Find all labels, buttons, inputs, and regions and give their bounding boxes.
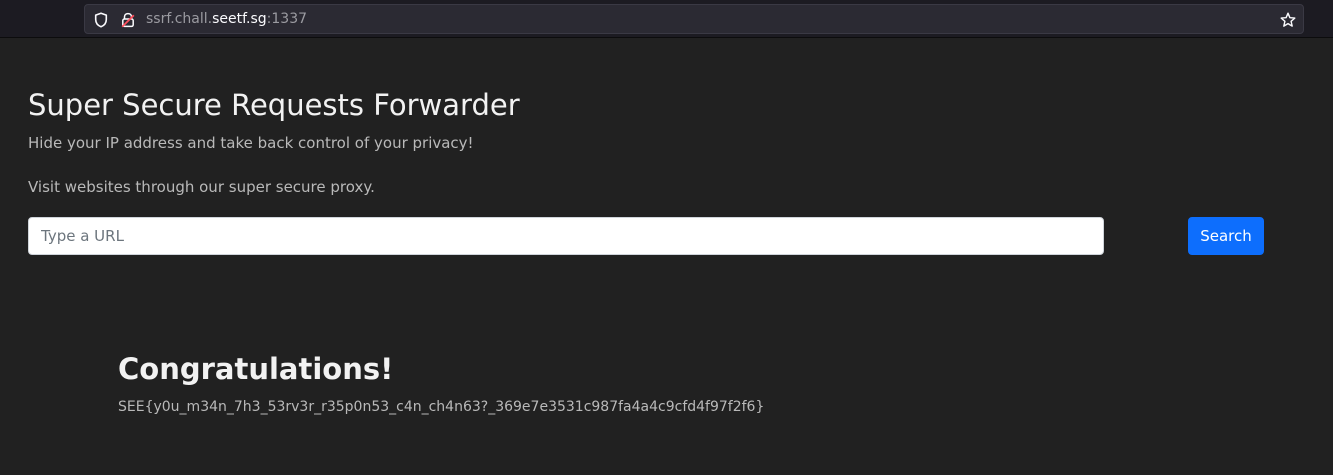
url-prefix: ssrf.chall. — [146, 11, 213, 27]
search-button[interactable]: Search — [1188, 217, 1264, 255]
lock-icon[interactable] — [119, 11, 137, 29]
page-description: Visit websites through our super secure … — [28, 178, 375, 196]
url-domain: seetf.sg — [212, 11, 267, 27]
page-title: Super Secure Requests Forwarder — [28, 88, 520, 122]
url-input[interactable] — [28, 217, 1104, 255]
flag-text: SEE{y0u_m34n_7h3_53rv3r_r35p0n53_c4n_ch4… — [118, 399, 765, 415]
browser-toolbar: ssrf.chall.seetf.sg:1337 — [0, 0, 1333, 38]
page-content: Super Secure Requests Forwarder Hide you… — [0, 39, 1333, 475]
result-heading: Congratulations! — [118, 352, 394, 386]
url-text[interactable]: ssrf.chall.seetf.sg:1337 — [146, 10, 307, 28]
star-icon[interactable] — [1279, 11, 1297, 29]
shield-icon[interactable] — [92, 11, 110, 29]
page-subtitle: Hide your IP address and take back contr… — [28, 134, 474, 152]
url-port: :1337 — [266, 11, 308, 27]
address-bar[interactable]: ssrf.chall.seetf.sg:1337 — [84, 4, 1304, 34]
